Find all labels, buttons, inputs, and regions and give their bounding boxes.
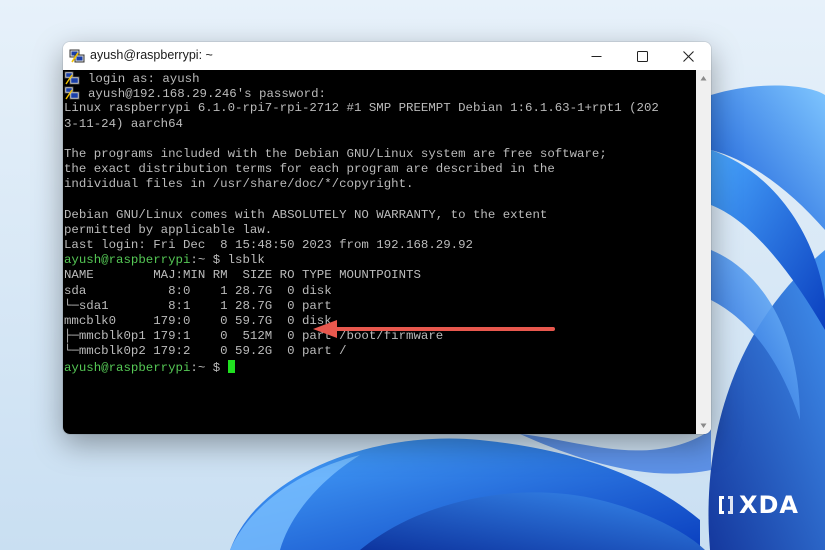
active-prompt-line[interactable]: ayush@raspberrypi:~ $ (64, 359, 659, 375)
close-button[interactable] (665, 42, 711, 70)
lsblk-row: └─sda1 8:1 1 28.7G 0 part (64, 298, 332, 313)
terminal-line: 3-11-24) aarch64 (64, 116, 183, 131)
maximize-button[interactable] (619, 42, 665, 70)
text-cursor (227, 359, 235, 373)
terminal-line: the exact distribution terms for each pr… (64, 162, 555, 177)
terminal-line: Debian GNU/Linux comes with ABSOLUTELY N… (64, 207, 548, 222)
maximize-icon (636, 50, 648, 62)
minimize-icon (591, 55, 601, 57)
close-icon (682, 50, 694, 62)
vertical-scrollbar[interactable] (696, 70, 711, 434)
putty-app-icon (69, 49, 85, 63)
terminal-line: The programs included with the Debian GN… (64, 146, 607, 161)
window-title: ayush@raspberrypi: ~ (90, 48, 213, 62)
minimize-button[interactable] (573, 42, 619, 70)
scroll-up-icon[interactable] (700, 75, 707, 82)
prompt-host: ayush@raspberrypi (64, 360, 191, 375)
terminal-line: permitted by applicable law. (64, 222, 273, 237)
xda-logo-text: XDA (739, 491, 799, 519)
annotation-arrow-icon (313, 320, 555, 338)
lsblk-row: └─mmcblk0p2 179:2 0 59.2G 0 part / (64, 344, 347, 359)
prompt-host: ayush@raspberrypi (64, 253, 191, 268)
xda-bracket-icon (719, 496, 733, 514)
command-text: lsblk (227, 253, 265, 268)
terminal-line: individual files in /usr/share/doc/*/cop… (64, 177, 414, 192)
title-bar[interactable]: ayush@raspberrypi: ~ (63, 42, 711, 70)
lsblk-header: NAME MAJ:MIN RM SIZE RO TYPE MOUNTPOINTS (64, 268, 421, 283)
putty-key-icon (64, 86, 80, 100)
terminal-line: login as: ayush (64, 71, 659, 86)
command-line: ayush@raspberrypi:~ $ lsblk (64, 253, 659, 268)
prompt-path: :~ $ (190, 360, 228, 375)
xda-logo: XDA (717, 490, 799, 520)
terminal-line: ayush@192.168.29.246's password: (64, 86, 659, 101)
putty-key-icon (64, 71, 80, 85)
terminal-area[interactable]: login as: ayush ayush@192.168.29.246's p… (63, 70, 696, 434)
terminal-line: Last login: Fri Dec 8 15:48:50 2023 from… (64, 238, 473, 253)
terminal-line: Linux raspberrypi 6.1.0-rpi7-rpi-2712 #1… (64, 101, 659, 116)
putty-window: ayush@raspberrypi: ~ login as: ayush ayu… (63, 42, 711, 434)
scroll-down-icon[interactable] (700, 422, 707, 429)
prompt-path: :~ $ (190, 253, 228, 268)
lsblk-row: sda 8:0 1 28.7G 0 disk (64, 283, 332, 298)
